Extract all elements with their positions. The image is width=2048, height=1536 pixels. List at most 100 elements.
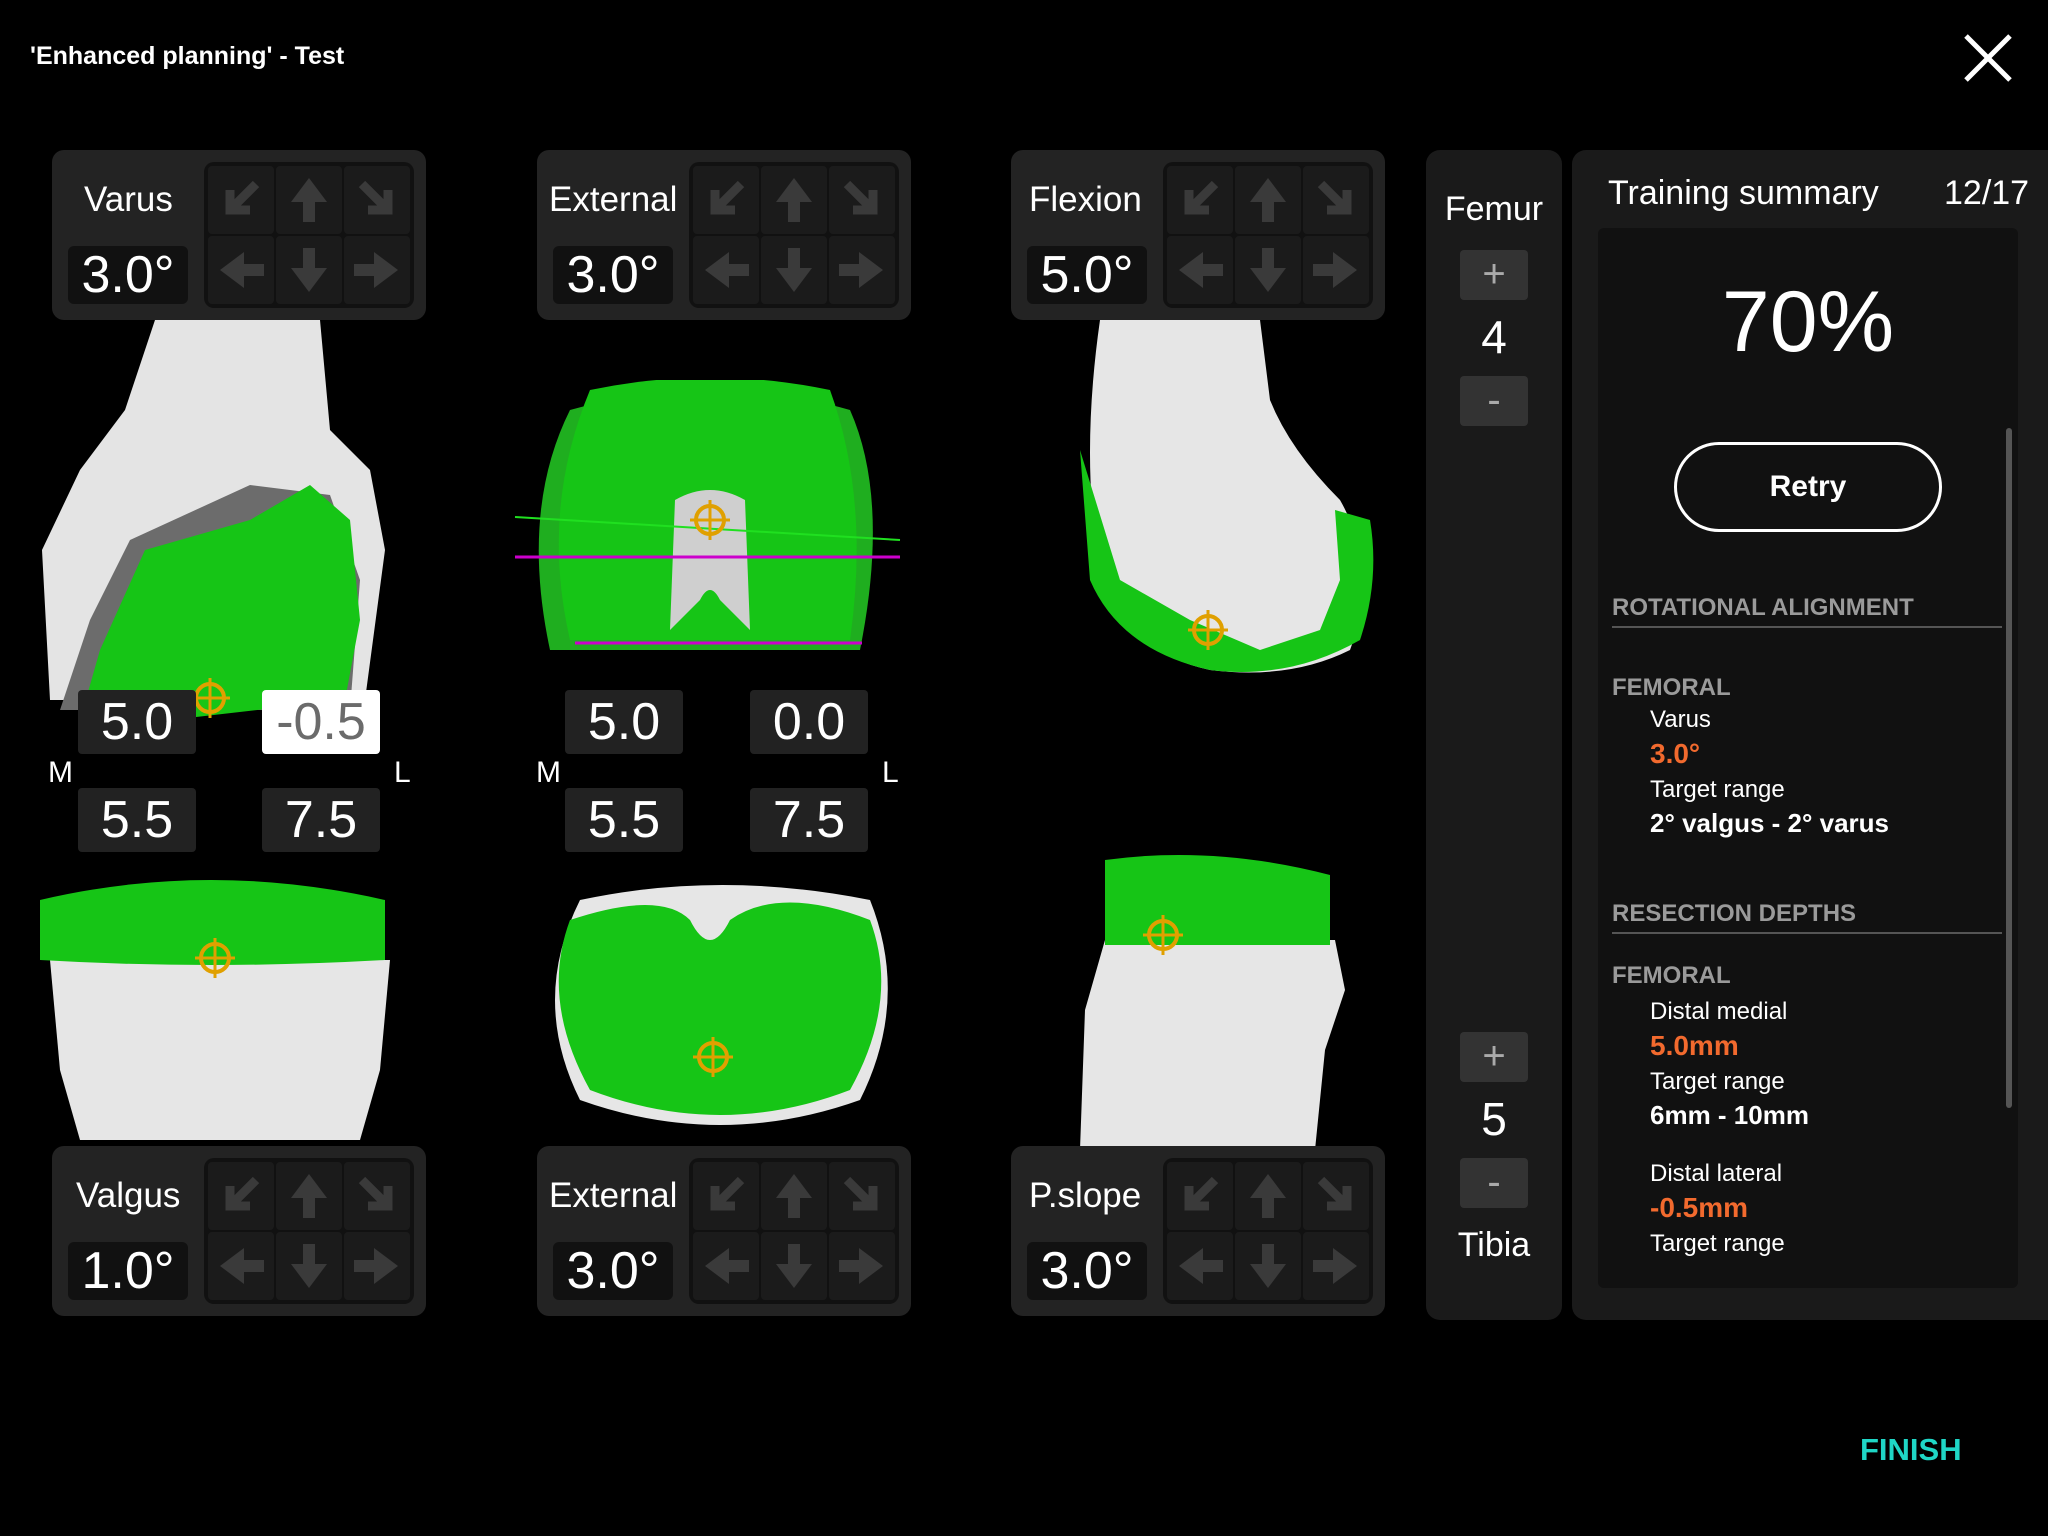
- arrow-down-icon[interactable]: [761, 236, 827, 304]
- training-summary-panel: Training summary 12/17 70% Retry ROTATIO…: [1572, 150, 2048, 1320]
- arrow-up-icon[interactable]: [761, 166, 827, 234]
- varus-control: Varus 3.0°: [52, 150, 426, 320]
- arrow-right-icon[interactable]: [1303, 236, 1369, 304]
- valgus-control: Valgus 1.0°: [52, 1146, 426, 1316]
- arrow-down-icon[interactable]: [276, 236, 342, 304]
- femur-sagittal-view[interactable]: [1060, 320, 1390, 690]
- varus-label: Varus: [1650, 706, 1711, 733]
- tibia-size-increase-button[interactable]: +: [1460, 1032, 1528, 1082]
- lateral-distal-measure[interactable]: 0.0: [750, 690, 868, 754]
- arrow-right-icon[interactable]: [344, 236, 410, 304]
- tibia-size-decrease-button[interactable]: -: [1460, 1158, 1528, 1208]
- group-femoral: FEMORAL: [1612, 962, 1731, 989]
- rotate-left-icon[interactable]: [693, 1162, 759, 1230]
- lateral-posterior-measure[interactable]: 7.5: [262, 788, 380, 852]
- femur-coronal-view[interactable]: [30, 320, 400, 730]
- summary-title: Training summary: [1608, 174, 1879, 212]
- arrow-left-icon[interactable]: [693, 236, 759, 304]
- arrow-up-icon[interactable]: [761, 1162, 827, 1230]
- target-range-label: Target range: [1650, 1230, 1785, 1257]
- lateral-distal-measure[interactable]: -0.5: [262, 690, 380, 754]
- rotate-right-icon[interactable]: [1303, 166, 1369, 234]
- rotate-left-icon[interactable]: [1167, 166, 1233, 234]
- arrow-right-icon[interactable]: [1303, 1232, 1369, 1300]
- page-title: 'Enhanced planning' - Test: [30, 42, 345, 70]
- varus-value: 3.0°: [1650, 738, 1701, 769]
- femur-label: Femur: [1444, 190, 1544, 228]
- scrollbar[interactable]: [2006, 428, 2012, 1108]
- femur-size-value: 4: [1481, 311, 1507, 363]
- distal-medial-label: Distal medial: [1650, 998, 1788, 1025]
- lateral-label: L: [882, 756, 899, 789]
- rotate-left-icon[interactable]: [208, 1162, 274, 1230]
- femur-size-increase-button[interactable]: +: [1460, 250, 1528, 300]
- medial-distal-measure[interactable]: 5.0: [78, 690, 196, 754]
- arrow-right-icon[interactable]: [344, 1232, 410, 1300]
- femur-axial-view[interactable]: [510, 380, 910, 680]
- distal-lateral-value: -0.5mm: [1650, 1192, 1749, 1223]
- arrow-up-icon[interactable]: [276, 1162, 342, 1230]
- varus-target-range: 2° valgus - 2° varus: [1650, 808, 1890, 838]
- distal-medial-target-range: 6mm - 10mm: [1650, 1100, 1809, 1130]
- rotate-left-icon[interactable]: [693, 166, 759, 234]
- retry-button[interactable]: Retry: [1674, 442, 1942, 532]
- close-icon[interactable]: [1960, 30, 2016, 86]
- divider: [1612, 932, 2002, 934]
- tibia-coronal-view[interactable]: [40, 870, 400, 1150]
- flexion-control: Flexion 5.0°: [1011, 150, 1385, 320]
- external-rotation-femur-control: External 3.0°: [537, 150, 911, 320]
- control-value: 3.0°: [68, 246, 188, 304]
- control-label: P.slope: [1029, 1176, 1142, 1215]
- tibia-sagittal-view[interactable]: [1075, 850, 1355, 1150]
- tibia-axial-view[interactable]: [540, 880, 900, 1150]
- arrow-down-icon[interactable]: [761, 1232, 827, 1300]
- arrow-left-icon[interactable]: [693, 1232, 759, 1300]
- arrow-up-icon[interactable]: [1235, 1162, 1301, 1230]
- arrow-left-icon[interactable]: [208, 1232, 274, 1300]
- rotate-left-icon[interactable]: [208, 166, 274, 234]
- finish-button[interactable]: FINISH: [1860, 1432, 1962, 1468]
- section-resection-depths: RESECTION DEPTHS: [1612, 900, 1857, 927]
- control-label: External: [549, 1176, 678, 1215]
- arrow-up-icon[interactable]: [1235, 166, 1301, 234]
- control-value: 5.0°: [1027, 246, 1147, 304]
- arrow-down-icon[interactable]: [1235, 236, 1301, 304]
- summary-scroll-area[interactable]: 70% Retry ROTATIONAL ALIGNMENT FEMORAL V…: [1598, 228, 2018, 1288]
- medial-label: M: [536, 756, 561, 789]
- target-range-label: Target range: [1650, 1068, 1785, 1095]
- direction-pad: [204, 162, 414, 308]
- arrow-right-icon[interactable]: [829, 1232, 895, 1300]
- arrow-right-icon[interactable]: [829, 236, 895, 304]
- arrow-up-icon[interactable]: [276, 166, 342, 234]
- lateral-label: L: [394, 756, 411, 789]
- rotate-right-icon[interactable]: [1303, 1162, 1369, 1230]
- distal-lateral-label: Distal lateral: [1650, 1160, 1783, 1187]
- control-value: 3.0°: [1027, 1242, 1147, 1300]
- arrow-left-icon[interactable]: [1167, 236, 1233, 304]
- divider: [1612, 626, 2002, 628]
- femur-size-decrease-button[interactable]: -: [1460, 376, 1528, 426]
- control-label: Varus: [84, 180, 173, 219]
- arrow-left-icon[interactable]: [1167, 1232, 1233, 1300]
- posterior-slope-control: P.slope 3.0°: [1011, 1146, 1385, 1316]
- control-value: 1.0°: [68, 1242, 188, 1300]
- summary-progress: 12/17: [1944, 174, 2030, 212]
- lateral-posterior-measure[interactable]: 7.5: [750, 788, 868, 852]
- component-size-selector: Femur + 4 - + 5 - Tibia: [1426, 150, 1562, 1320]
- medial-distal-measure[interactable]: 5.0: [565, 690, 683, 754]
- rotate-right-icon[interactable]: [829, 1162, 895, 1230]
- rotate-right-icon[interactable]: [344, 1162, 410, 1230]
- target-range-label: Target range: [1650, 776, 1785, 803]
- arrow-left-icon[interactable]: [208, 236, 274, 304]
- medial-posterior-measure[interactable]: 5.5: [565, 788, 683, 852]
- arrow-down-icon[interactable]: [276, 1232, 342, 1300]
- medial-posterior-measure[interactable]: 5.5: [78, 788, 196, 852]
- direction-pad: [689, 162, 899, 308]
- direction-pad: [1163, 162, 1373, 308]
- rotate-left-icon[interactable]: [1167, 1162, 1233, 1230]
- control-value: 3.0°: [553, 246, 673, 304]
- arrow-down-icon[interactable]: [1235, 1232, 1301, 1300]
- rotate-right-icon[interactable]: [344, 166, 410, 234]
- direction-pad: [1163, 1158, 1373, 1304]
- rotate-right-icon[interactable]: [829, 166, 895, 234]
